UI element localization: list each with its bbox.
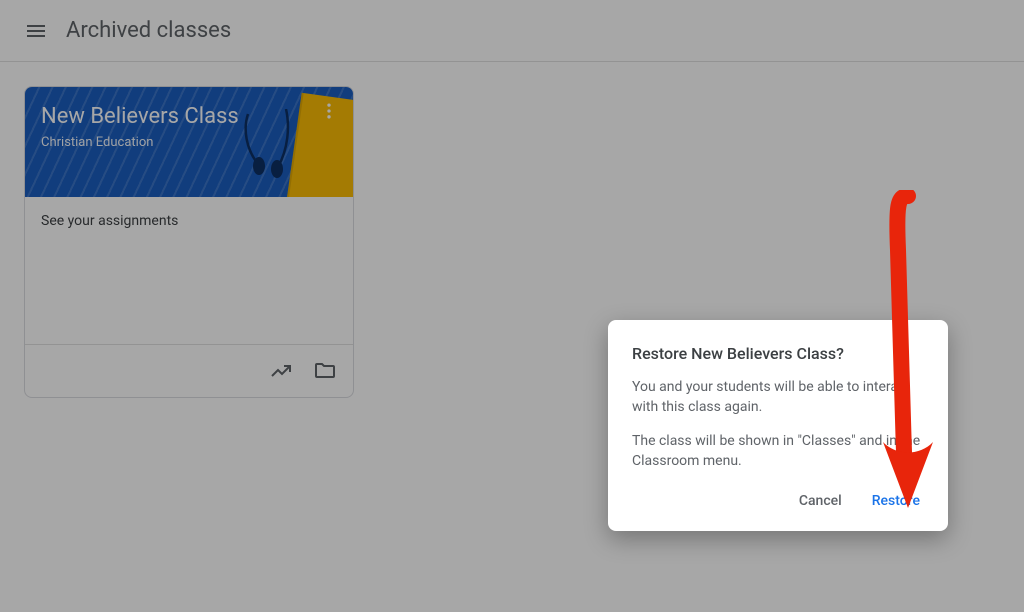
restore-dialog: Restore New Believers Class? You and you…: [608, 320, 948, 531]
dialog-body: You and your students will be able to in…: [632, 377, 924, 471]
dialog-paragraph-1: You and your students will be able to in…: [632, 377, 924, 417]
dialog-actions: Cancel Restore: [632, 485, 924, 517]
dialog-title: Restore New Believers Class?: [632, 344, 924, 363]
dialog-paragraph-2: The class will be shown in "Classes" and…: [632, 431, 924, 471]
cancel-button[interactable]: Cancel: [795, 485, 846, 517]
restore-button[interactable]: Restore: [868, 485, 924, 517]
